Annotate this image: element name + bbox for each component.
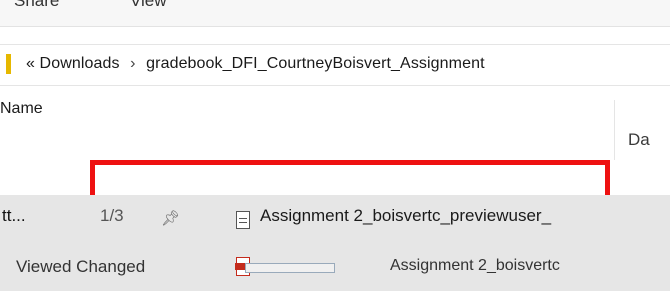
- item-counter: 1/3: [100, 206, 124, 225]
- item-file-name[interactable]: Assignment 2_boisvertc: [390, 257, 560, 275]
- column-header-date[interactable]: Da: [628, 130, 650, 150]
- chevron-right-icon[interactable]: ›: [130, 55, 135, 72]
- overflow-icon[interactable]: «: [26, 55, 35, 72]
- tab-view[interactable]: View: [130, 0, 167, 11]
- list-item[interactable]: Viewed Changed: [0, 255, 670, 283]
- tab-share[interactable]: Share: [14, 0, 59, 11]
- folder-icon: [6, 54, 11, 74]
- address-bar[interactable]: « Downloads › gradebook_DFI_CourtneyBois…: [0, 44, 670, 86]
- breadcrumb-gradebook-folder[interactable]: gradebook_DFI_CourtneyBoisvert_Assignmen…: [146, 55, 485, 72]
- document-icon: [236, 211, 250, 229]
- item-file-name[interactable]: Assignment 2_boisvertc_previewuser_: [260, 206, 551, 226]
- selection-highlight: [90, 160, 610, 200]
- column-divider[interactable]: [614, 100, 615, 160]
- ribbon: Share View: [0, 0, 670, 27]
- item-left-text: tt...: [2, 206, 26, 225]
- column-header-name[interactable]: Name: [0, 100, 670, 160]
- breadcrumb-downloads[interactable]: Downloads: [40, 55, 120, 72]
- item-status-text: Viewed Changed: [16, 257, 146, 276]
- breadcrumb: « Downloads › gradebook_DFI_CourtneyBois…: [26, 55, 485, 73]
- file-progress-bar: [245, 263, 335, 273]
- pin-icon[interactable]: 📌︎: [161, 209, 180, 227]
